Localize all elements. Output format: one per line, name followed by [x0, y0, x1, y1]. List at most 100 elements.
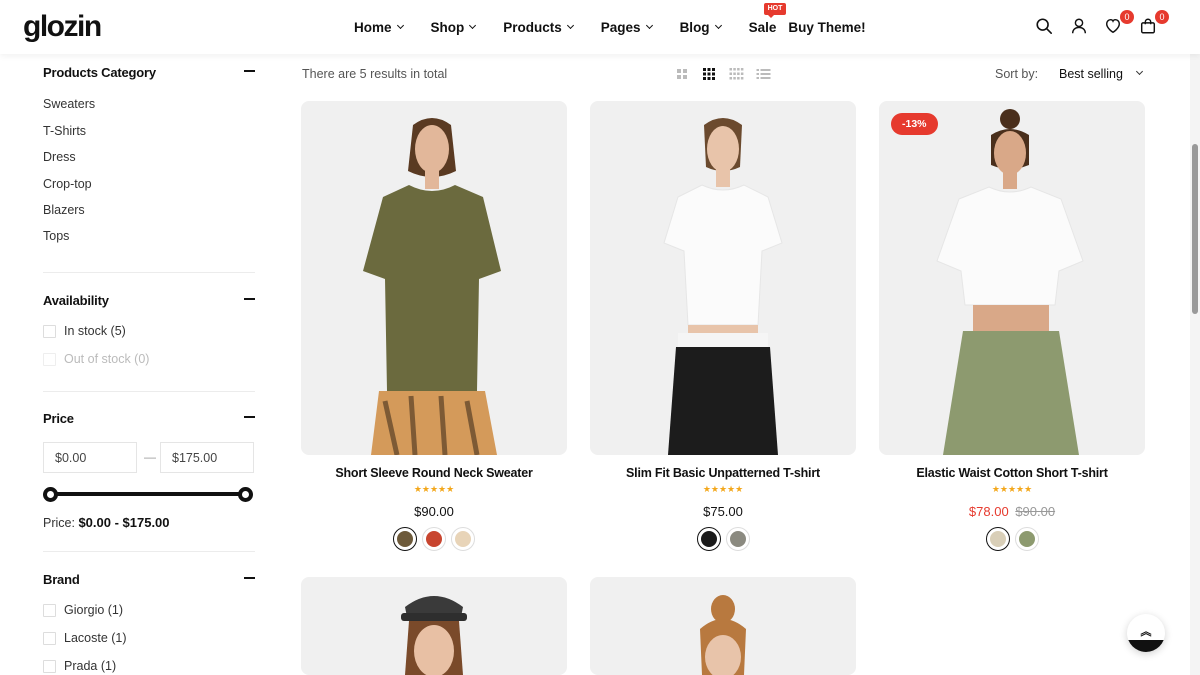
collapse-icon[interactable]: [244, 416, 255, 418]
divider: [43, 551, 255, 552]
checkbox[interactable]: [43, 631, 56, 645]
price-title[interactable]: Price: [43, 411, 74, 426]
color-swatch[interactable]: [1014, 527, 1039, 551]
product-image[interactable]: -13%: [879, 101, 1145, 455]
product-title[interactable]: Elastic Waist Cotton Short T-shirt: [879, 466, 1145, 480]
price-slider-max-handle[interactable]: [238, 487, 253, 502]
results-count: There are 5 results in total: [302, 67, 448, 81]
price-summary-label: Price:: [43, 516, 75, 530]
product-card[interactable]: Slim Fit Basic Unpatterned T-shirt ★★★★★…: [590, 101, 856, 551]
category-item[interactable]: Blazers: [43, 203, 85, 217]
list-icon[interactable]: [756, 67, 771, 81]
sort-select[interactable]: Best selling: [1059, 67, 1123, 81]
chevron-up-icon: ︽: [1140, 626, 1152, 638]
checkbox: [43, 352, 56, 366]
color-swatch[interactable]: [393, 527, 417, 551]
color-swatch[interactable]: [422, 527, 446, 551]
product-image[interactable]: [301, 577, 567, 675]
wishlist-button[interactable]: 0: [1104, 10, 1134, 37]
brand-option[interactable]: Prada (1): [43, 659, 116, 673]
availability-in-stock[interactable]: In stock (5): [43, 324, 126, 338]
nav-pages-label: Pages: [600, 19, 641, 35]
site-header: glozin Home Shop Products Pages Blog HOT…: [0, 0, 1200, 54]
grid-4-icon[interactable]: [729, 67, 744, 81]
category-title[interactable]: Products Category: [43, 65, 156, 80]
category-item[interactable]: Dress: [43, 150, 76, 164]
swatch-color: [455, 531, 471, 547]
category-item[interactable]: Crop-top: [43, 177, 92, 191]
category-item[interactable]: T-Shirts: [43, 124, 86, 138]
product-price: $78.00 $90.00: [879, 504, 1145, 519]
product-card[interactable]: Short Sleeve Round Neck Sweater ★★★★★ $9…: [301, 101, 567, 551]
product-card[interactable]: -13% Elastic Waist Cotton Short T-shirt …: [879, 101, 1145, 551]
category-item[interactable]: Tops: [43, 229, 69, 243]
cart-count: 0: [1155, 10, 1169, 24]
brand-option[interactable]: Giorgio (1): [43, 603, 123, 617]
chevron-down-icon: [566, 21, 574, 30]
price-min-input[interactable]: $0.00: [43, 442, 137, 473]
checkbox[interactable]: [43, 324, 56, 338]
product-title[interactable]: Slim Fit Basic Unpatterned T-shirt: [590, 466, 856, 480]
price-summary: Price: $0.00 - $175.00: [43, 515, 170, 530]
sale-price: $78.00: [968, 504, 1009, 519]
price-slider-min-handle[interactable]: [43, 487, 58, 502]
hot-badge: HOT: [763, 2, 787, 18]
color-swatch[interactable]: [985, 527, 1010, 551]
rating-stars: ★★★★★: [702, 484, 744, 494]
price-slider-track[interactable]: [50, 492, 245, 496]
nav-buy-theme[interactable]: Buy Theme!: [788, 20, 865, 35]
discount-badge: -13%: [891, 113, 938, 135]
cart-button[interactable]: 0: [1139, 10, 1169, 37]
original-price: $90.00: [1015, 504, 1056, 519]
grid-3-icon[interactable]: [702, 67, 716, 81]
collapse-icon[interactable]: [244, 70, 255, 72]
nav-blog[interactable]: Blog: [680, 20, 722, 35]
product-image[interactable]: [590, 577, 856, 675]
brand-option[interactable]: Lacoste (1): [43, 631, 127, 645]
nav-shop-label: Shop: [430, 19, 465, 35]
search-icon[interactable]: [1035, 17, 1055, 37]
brand-title[interactable]: Brand: [43, 572, 80, 587]
nav-sale-label: Sale: [748, 19, 777, 35]
color-swatch[interactable]: [451, 527, 475, 551]
category-item[interactable]: Sweaters: [43, 97, 95, 111]
chevron-down-icon[interactable]: [1135, 67, 1144, 76]
rating-stars: ★★★★★: [991, 484, 1033, 494]
swatch-color: [729, 531, 746, 547]
nav-products-label: Products: [503, 19, 562, 35]
collapse-icon[interactable]: [244, 577, 255, 579]
price-max-input[interactable]: $175.00: [160, 442, 254, 473]
product-price: $75.00: [703, 504, 743, 519]
product-card[interactable]: [590, 577, 856, 675]
scrollbar-thumb[interactable]: [1192, 144, 1198, 314]
nav-shop[interactable]: Shop: [430, 19, 477, 35]
color-swatches: [879, 527, 1145, 551]
back-to-top-button[interactable]: ︽: [1127, 614, 1165, 652]
nav-home[interactable]: Home: [354, 20, 404, 35]
grid-2-icon[interactable]: [675, 67, 689, 81]
collapse-icon[interactable]: [244, 298, 255, 300]
chevron-down-icon: [714, 21, 722, 30]
option-label: Prada (1): [64, 659, 117, 673]
product-title[interactable]: Short Sleeve Round Neck Sweater: [301, 466, 567, 480]
account-icon[interactable]: [1070, 17, 1090, 37]
availability-title[interactable]: Availability: [43, 293, 109, 308]
nav-sale[interactable]: HOT Sale: [748, 2, 787, 35]
swatch-color: [989, 531, 1006, 547]
product-card[interactable]: [301, 577, 567, 675]
checkbox[interactable]: [43, 603, 56, 617]
color-swatch[interactable]: [725, 527, 750, 551]
wishlist-count: 0: [1120, 10, 1134, 24]
swatch-color: [397, 531, 413, 547]
option-label: Giorgio (1): [64, 603, 124, 617]
site-logo[interactable]: glozin: [23, 10, 102, 44]
product-image[interactable]: [590, 101, 856, 455]
chevron-down-icon: [396, 21, 404, 30]
nav-pages[interactable]: Pages: [600, 19, 653, 35]
nav-products[interactable]: Products: [503, 19, 574, 35]
option-label: Out of stock (0): [64, 352, 150, 366]
product-image[interactable]: [301, 101, 567, 455]
checkbox[interactable]: [43, 659, 56, 673]
bag-icon: [1140, 18, 1156, 34]
color-swatch[interactable]: [696, 527, 721, 551]
